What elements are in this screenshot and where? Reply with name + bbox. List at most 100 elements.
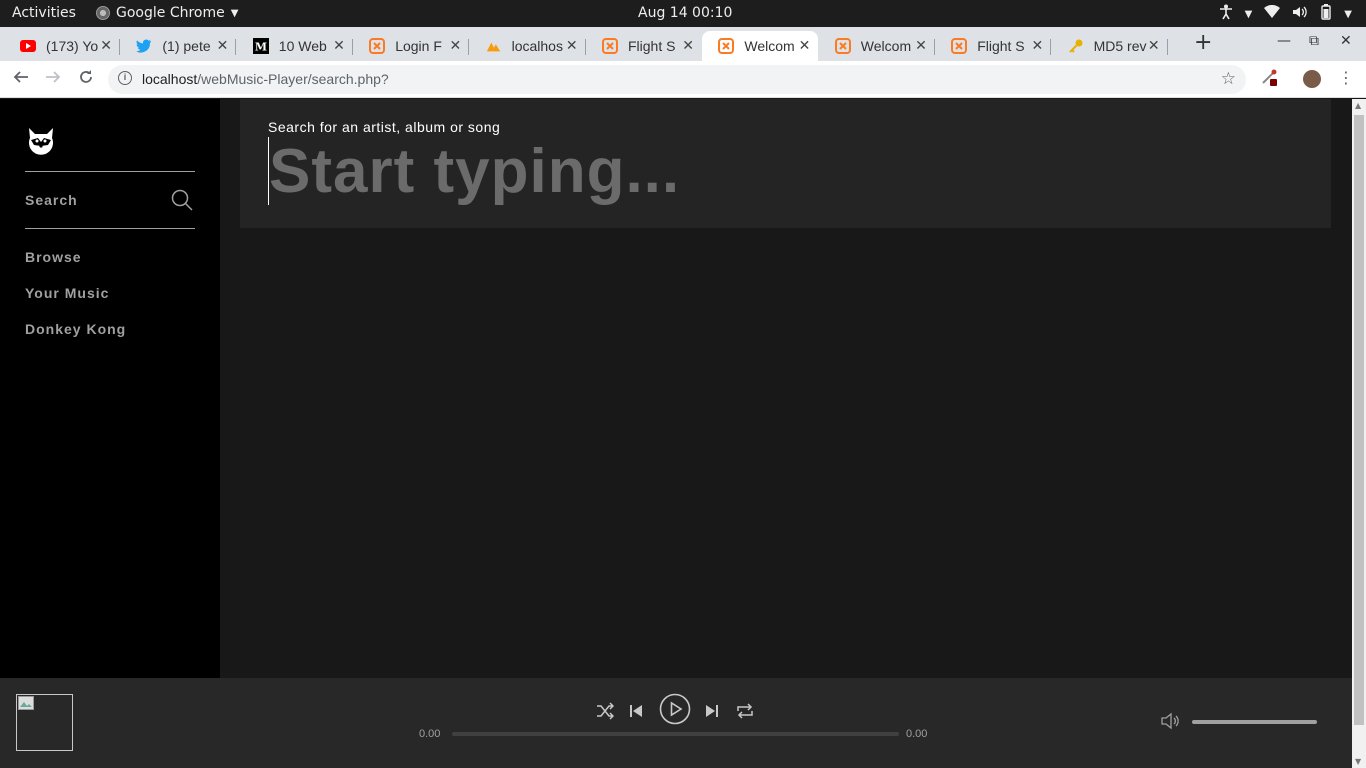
close-tab-icon[interactable]: ✕ xyxy=(217,37,229,54)
time-remaining: 0.00 xyxy=(906,728,928,740)
volume-icon xyxy=(1292,5,1308,23)
restore-button[interactable]: ⧉ xyxy=(1309,33,1319,49)
close-tab-icon[interactable]: ✕ xyxy=(1148,37,1160,54)
tab-title: Welcom xyxy=(860,38,912,54)
accessibility-icon[interactable] xyxy=(1219,4,1233,24)
back-button[interactable] xyxy=(13,69,29,90)
close-tab-icon[interactable]: ✕ xyxy=(1031,37,1043,54)
browser-toolbar: i localhost/webMusic-Player/search.php? … xyxy=(0,61,1366,98)
main-content: Search for an artist, album or song xyxy=(220,99,1352,678)
volume-slider[interactable] xyxy=(1192,720,1317,724)
sidebar-search-label: Search xyxy=(25,192,78,208)
wifi-icon xyxy=(1264,4,1281,23)
browser-tab[interactable]: Login F ✕ xyxy=(353,31,470,61)
bookmark-star-icon[interactable]: ☆ xyxy=(1221,69,1236,89)
browser-tab[interactable]: Welcom ✕ xyxy=(702,31,819,61)
close-tab-icon[interactable]: ✕ xyxy=(682,37,694,54)
reload-button[interactable] xyxy=(78,69,94,90)
browser-tab[interactable]: MD5 rev ✕ xyxy=(1052,31,1168,61)
tab-title: Flight S xyxy=(977,38,1025,54)
url-path: /webMusic-Player/search.php? xyxy=(197,71,389,87)
key-icon xyxy=(1068,38,1084,54)
repeat-icon xyxy=(737,703,753,719)
xampp-icon xyxy=(602,38,618,54)
next-button[interactable] xyxy=(704,702,720,724)
album-artwork xyxy=(16,694,73,751)
volume-icon xyxy=(1161,712,1179,730)
play-button[interactable] xyxy=(659,693,691,729)
progress-bar[interactable] xyxy=(452,732,899,736)
repeat-button[interactable] xyxy=(736,702,754,724)
minimize-button[interactable]: — xyxy=(1277,33,1291,49)
tab-title: Flight S xyxy=(628,38,676,54)
now-playing-bar: 0.00 0.00 xyxy=(0,678,1352,768)
browser-tab[interactable]: Flight S ✕ xyxy=(935,31,1052,61)
profile-avatar[interactable] xyxy=(1303,70,1321,88)
sidebar-search-link[interactable]: Search xyxy=(25,171,195,229)
phpmyadmin-icon xyxy=(486,38,502,54)
extension-icon[interactable] xyxy=(1260,68,1278,86)
close-window-button[interactable]: ✕ xyxy=(1340,33,1352,49)
scroll-down-icon[interactable]: ▼ xyxy=(1355,757,1361,766)
reload-icon xyxy=(80,70,92,83)
browser-tab[interactable]: localhos ✕ xyxy=(470,31,586,61)
play-icon xyxy=(659,693,691,725)
tab-title: (173) Yo xyxy=(46,38,99,54)
browser-tab[interactable]: Flight S ✕ xyxy=(586,31,702,61)
xampp-icon xyxy=(369,38,386,54)
svg-text:M: M xyxy=(255,41,267,54)
shuffle-icon xyxy=(597,702,615,720)
clock[interactable]: Aug 14 00:10 xyxy=(638,5,732,21)
mute-button[interactable] xyxy=(1160,712,1180,734)
close-tab-icon[interactable]: ✕ xyxy=(799,37,811,54)
kebab-menu-icon[interactable]: ⋮ xyxy=(1338,68,1354,87)
close-tab-icon[interactable]: ✕ xyxy=(333,37,345,54)
forward-button[interactable] xyxy=(45,69,61,90)
close-tab-icon[interactable]: ✕ xyxy=(100,37,112,54)
tab-title: localhos xyxy=(511,38,563,54)
activities-button[interactable]: Activities xyxy=(12,5,76,21)
scroll-up-icon[interactable]: ▲ xyxy=(1355,101,1361,110)
caret-down-icon: ▼ xyxy=(1344,8,1352,20)
close-tab-icon[interactable]: ✕ xyxy=(566,37,578,54)
address-bar[interactable]: i localhost/webMusic-Player/search.php? … xyxy=(108,65,1246,94)
xampp-icon xyxy=(718,38,735,54)
sidebar: Search Browse Your Music Donkey Kong xyxy=(0,99,220,678)
tab-title: 10 Web xyxy=(278,38,327,54)
browser-tab[interactable]: (1) pete ✕ xyxy=(120,31,237,61)
arrow-right-icon xyxy=(46,71,61,83)
web-page: Search Browse Your Music Donkey Kong Sea… xyxy=(0,99,1352,768)
sidebar-item-donkey-kong[interactable]: Donkey Kong xyxy=(25,321,126,337)
app-menu[interactable]: Google Chrome ▼ xyxy=(96,5,238,21)
search-hint: Search for an artist, album or song xyxy=(268,119,501,135)
info-icon[interactable]: i xyxy=(118,71,132,85)
scrollbar-thumb[interactable] xyxy=(1354,115,1364,725)
search-input[interactable] xyxy=(268,137,1168,205)
url-host: localhost xyxy=(142,71,198,87)
page-scrollbar[interactable]: ▲ ▼ xyxy=(1352,99,1366,768)
xampp-icon xyxy=(834,38,851,54)
broken-image-icon xyxy=(18,696,34,710)
browser-tab[interactable]: M 10 Web ✕ xyxy=(237,31,353,61)
skip-back-icon xyxy=(630,705,642,717)
previous-button[interactable] xyxy=(628,702,644,724)
browser-tab[interactable]: (173) Yo ✕ xyxy=(4,31,120,61)
url-text[interactable]: localhost/webMusic-Player/search.php? xyxy=(142,71,389,87)
raccoon-logo-icon[interactable] xyxy=(26,124,56,156)
chrome-icon xyxy=(96,6,110,20)
system-tray[interactable]: ▼ ▼ xyxy=(1219,4,1352,24)
sidebar-item-your-music[interactable]: Your Music xyxy=(25,285,109,301)
search-icon xyxy=(171,189,193,211)
new-tab-button[interactable]: + xyxy=(1194,30,1212,55)
battery-icon xyxy=(1320,4,1332,24)
medium-icon: M xyxy=(252,38,269,54)
skip-forward-icon xyxy=(706,705,718,717)
youtube-icon xyxy=(20,38,36,54)
caret-down-icon: ▼ xyxy=(1244,8,1253,20)
close-tab-icon[interactable]: ✕ xyxy=(915,37,927,54)
browser-tab[interactable]: Welcom ✕ xyxy=(819,31,935,61)
sidebar-item-browse[interactable]: Browse xyxy=(25,249,82,265)
close-tab-icon[interactable]: ✕ xyxy=(449,37,461,54)
shuffle-button[interactable] xyxy=(596,702,615,724)
arrow-left-icon xyxy=(13,71,28,83)
